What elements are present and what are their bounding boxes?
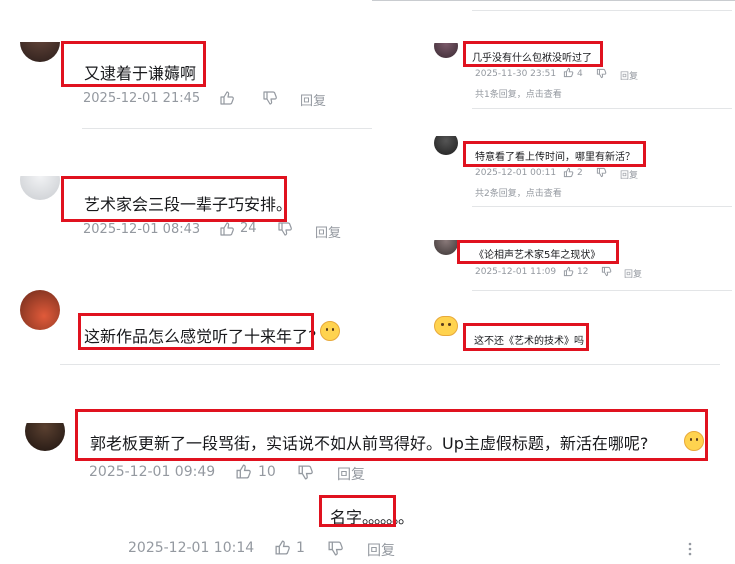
timestamp: 2025-12-01 11:09: [475, 267, 557, 277]
like-count: 24: [240, 221, 257, 236]
like-count: 10: [258, 464, 276, 480]
highlight-box: [463, 323, 589, 351]
more-vertical-icon[interactable]: [686, 541, 694, 557]
thumbs-down-icon[interactable]: [297, 464, 314, 481]
avatar[interactable]: [20, 42, 60, 62]
view-replies-link[interactable]: 共1条回复，点击查看: [475, 87, 562, 100]
thumbs-down-icon[interactable]: [262, 90, 278, 106]
divider: [472, 108, 732, 109]
reply-button[interactable]: 回复: [300, 90, 326, 109]
reply-button[interactable]: 回复: [620, 168, 638, 181]
thumbs-down-icon[interactable]: [277, 221, 293, 237]
highlight-box: [61, 176, 287, 222]
thumbs-up-icon[interactable]: [563, 67, 574, 78]
divider: [60, 364, 720, 365]
like-count: 4: [577, 69, 583, 79]
thumbs-down-icon[interactable]: [601, 266, 612, 277]
bottom-comment-panel: 郭老板更新了一段骂街，实话说不如从前骂得好。Up主虚假标题，新活在哪呢? 202…: [0, 352, 735, 564]
reply-button[interactable]: 回复: [315, 222, 341, 241]
highlight-box: [463, 41, 603, 67]
cat-face-emoji: [684, 431, 704, 451]
thumbs-up-icon[interactable]: [274, 539, 291, 556]
thumbs-up-icon[interactable]: [563, 167, 574, 178]
avatar[interactable]: [20, 176, 60, 200]
divider: [472, 290, 732, 291]
comment-meta: 2025-12-01 21:45: [83, 90, 200, 108]
top-border: [372, 0, 735, 1]
right-comment-panel: 几乎没有什么包袱没听过了 2025-11-30 23:51 4 回复 共1条回复…: [372, 0, 735, 352]
divider: [472, 206, 732, 207]
like-count: 2: [577, 168, 583, 178]
timestamp: 2025-12-01 00:11: [475, 168, 557, 178]
left-comment-panel: 又逮着于谦薅啊 2025-12-01 21:45 回复 艺术家会三段一辈子巧安排…: [0, 0, 372, 352]
avatar[interactable]: [434, 43, 458, 58]
avatar[interactable]: [434, 316, 458, 336]
like-count: 12: [577, 267, 589, 277]
avatar[interactable]: [20, 290, 60, 330]
comment-meta: 2025-12-01 08:43: [83, 222, 200, 237]
timestamp: 2025-12-01 09:49: [89, 464, 216, 480]
reply-button[interactable]: 回复: [367, 540, 395, 560]
view-replies-link[interactable]: 共2条回复，点击查看: [475, 186, 562, 199]
timestamp: 2025-11-30 23:51: [475, 69, 557, 79]
divider: [472, 10, 732, 11]
reply-button[interactable]: 回复: [620, 69, 638, 82]
reply-button[interactable]: 回复: [337, 464, 365, 484]
timestamp: 2025-12-01 08:43: [83, 222, 201, 237]
highlight-box: [78, 313, 314, 350]
like-count: 1: [296, 540, 305, 556]
avatar[interactable]: [434, 136, 458, 155]
timestamp: 2025-12-01 21:45: [83, 91, 201, 106]
thumbs-down-icon[interactable]: [327, 540, 344, 557]
thumbs-up-icon[interactable]: [235, 463, 252, 480]
cat-face-emoji: [320, 321, 340, 341]
highlight-box: [463, 141, 646, 167]
timestamp: 2025-12-01 10:14: [128, 540, 255, 556]
reply-button[interactable]: 回复: [624, 267, 642, 280]
highlight-box: [319, 495, 396, 527]
divider: [82, 128, 372, 129]
avatar[interactable]: [434, 240, 458, 255]
thumbs-up-icon[interactable]: [563, 266, 574, 277]
thumbs-up-icon[interactable]: [219, 90, 235, 106]
thumbs-down-icon[interactable]: [596, 68, 607, 79]
highlight-box: [61, 41, 206, 87]
avatar[interactable]: [25, 423, 65, 451]
thumbs-up-icon[interactable]: [219, 221, 235, 237]
highlight-box: [457, 240, 619, 264]
thumbs-down-icon[interactable]: [596, 167, 607, 178]
highlight-box: [75, 409, 708, 461]
